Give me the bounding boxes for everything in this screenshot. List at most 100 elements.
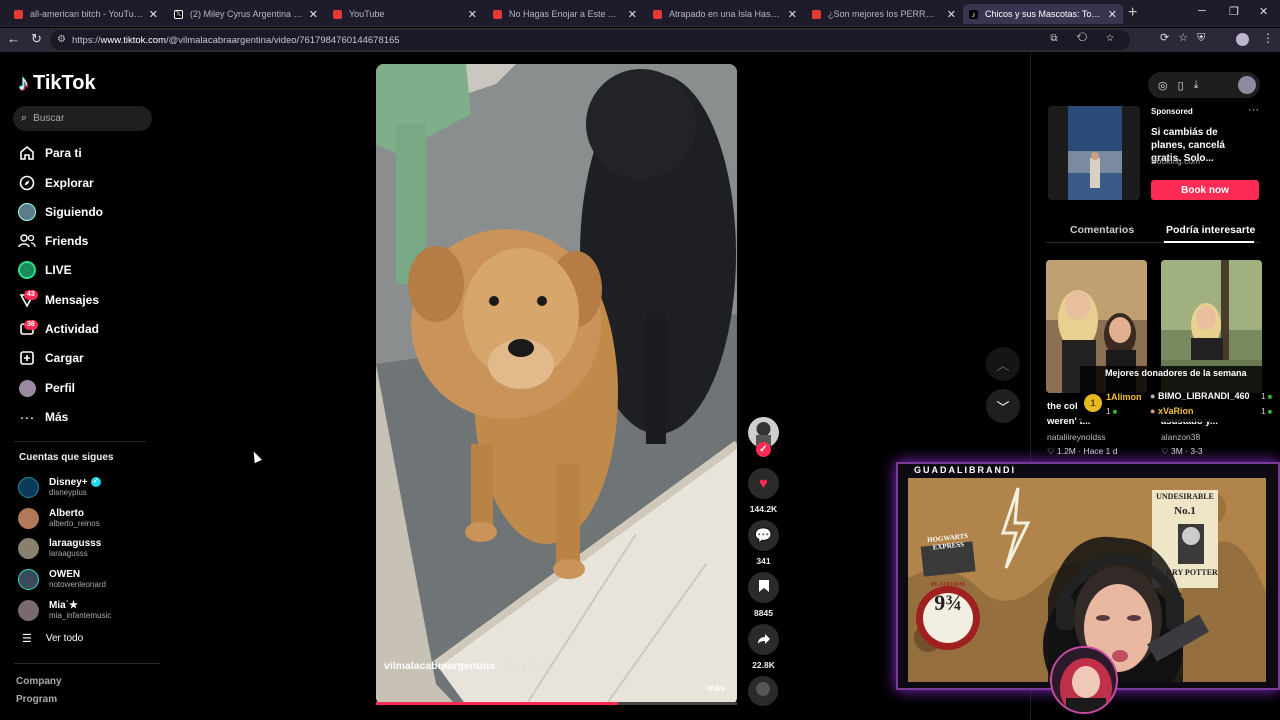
previous-video-button[interactable]: ︿ — [986, 347, 1020, 381]
donor-count: 1 ■ — [1261, 392, 1272, 401]
browser-tab-active[interactable]: ♪ Chicos y sus Mascotas: Tortas Frita ✕ — [963, 4, 1123, 24]
browser-tab[interactable]: Atrapado en una Isla Hasta que C ✕ — [647, 4, 803, 24]
tiktok-favicon-icon: ♪ — [969, 9, 978, 19]
music-disc[interactable] — [748, 676, 778, 706]
follow-plus-icon[interactable]: ✓ — [756, 442, 771, 457]
browser-tab[interactable]: No Hagas Enojar a Este Artista - Y ✕ — [487, 4, 643, 24]
suggested-user[interactable]: nataliireynoldss — [1047, 432, 1106, 442]
comment-button[interactable]: 💬 — [748, 520, 779, 551]
avatar — [18, 599, 39, 621]
restore-icon[interactable]: ❐ — [1229, 5, 1239, 18]
ad-source[interactable]: Booking.com — [1151, 156, 1200, 166]
following-account[interactable]: Alberto alberto_reinos — [18, 505, 100, 531]
youtube-favicon-icon — [333, 9, 342, 19]
undesirable-poster-number: No.1 — [1174, 505, 1196, 517]
tab-comentarios[interactable]: Comentarios — [1070, 224, 1134, 236]
save-button[interactable] — [748, 572, 779, 603]
youtube-favicon-icon — [653, 9, 662, 19]
browser-tab[interactable]: ¿Son mejores los PERROS o GATO ✕ — [806, 4, 962, 24]
nav-mas[interactable]: ··· Más — [18, 406, 69, 428]
search-box[interactable]: ⌕ — [13, 106, 152, 131]
browser-tab[interactable]: all-american bitch - YouTube ✕ — [8, 4, 164, 24]
following-section-title: Cuentas que sigues — [19, 452, 114, 463]
tiktok-logo[interactable]: ♪ TikTok — [18, 70, 96, 96]
upload-icon — [18, 349, 36, 367]
gem-icon: ■ — [1267, 409, 1272, 416]
video-progress-bar[interactable] — [376, 702, 737, 705]
next-video-button[interactable]: ﹀ — [986, 389, 1020, 423]
site-info-icon[interactable]: ⚙ — [57, 34, 66, 45]
browser-tab[interactable]: 𝕏 (2) Miley Cyrus Argentina en X: "D ✕ — [168, 4, 324, 24]
nav-cargar[interactable]: Cargar — [18, 347, 84, 369]
nav-friends[interactable]: Friends — [18, 230, 88, 252]
close-tab-icon[interactable]: ✕ — [947, 8, 956, 21]
gold-medal-icon: 1 — [1084, 394, 1102, 412]
suggested-user[interactable]: alanzon38 — [1161, 432, 1200, 442]
browser-menu-icon[interactable]: ⋮ — [1262, 31, 1274, 45]
following-account[interactable]: OWEN notowenleonard — [18, 566, 106, 592]
close-tab-icon[interactable]: ✕ — [788, 8, 797, 21]
youtube-favicon-icon — [812, 9, 821, 19]
silver-medal-icon: ● — [1150, 391, 1156, 401]
compass-icon[interactable]: ◎ — [1158, 79, 1178, 92]
search-input[interactable] — [33, 113, 134, 124]
close-tab-icon[interactable]: ✕ — [628, 8, 637, 21]
undesirable-poster-name: RRY POTTER — [1166, 568, 1218, 577]
share-count: 22.8K — [752, 660, 775, 670]
nav-explorar[interactable]: Explorar — [18, 172, 94, 194]
nav-para-ti[interactable]: Para ti — [18, 142, 82, 164]
footer-link-company[interactable]: Company — [16, 676, 62, 687]
book-now-button[interactable]: Book now — [1151, 180, 1259, 200]
video-author-line[interactable]: vilmalacabraargentina · Hace 6 d — [384, 660, 542, 672]
back-icon[interactable]: ← — [7, 31, 20, 46]
avatar — [18, 568, 39, 590]
download-icon[interactable]: ⤓ — [1194, 79, 1209, 92]
url-actions-icons[interactable]: ⧉ ⟲ ☆ — [1050, 33, 1122, 44]
see-all-following[interactable]: ☰ Ver todo — [22, 632, 83, 645]
nav-siguiendo[interactable]: Siguiendo — [18, 201, 103, 223]
reload-icon[interactable]: ↻ — [31, 31, 42, 47]
minimize-icon[interactable]: ─ — [1198, 5, 1206, 17]
webcam-title: GUADALIBRANDI — [914, 465, 1016, 475]
footer-link-program[interactable]: Program — [16, 694, 57, 705]
youtube-favicon-icon — [493, 9, 502, 19]
url-field[interactable]: ⚙ https://www.tiktok.com/@vilmalacabraar… — [50, 30, 1130, 50]
home-icon — [18, 144, 36, 162]
friends-icon — [18, 232, 36, 250]
profile-avatar-icon — [18, 379, 36, 397]
suggested-caption[interactable]: the col — [1047, 400, 1078, 414]
user-avatar[interactable] — [1238, 76, 1256, 94]
close-tab-icon[interactable]: ✕ — [1108, 8, 1117, 21]
x-favicon-icon: 𝕏 — [174, 9, 183, 19]
browser-tab[interactable]: YouTube ✕ — [327, 4, 483, 24]
extensions-icons[interactable]: ⟳☆⛨ — [1160, 31, 1214, 45]
close-tab-icon[interactable]: ✕ — [309, 8, 318, 21]
following-account[interactable]: Mia˙★ mia_infantemusic — [18, 597, 111, 623]
more-icon: ··· — [19, 408, 35, 426]
new-tab-icon[interactable]: + — [1128, 4, 1137, 22]
chevron-down-icon: ﹀ — [996, 399, 1010, 415]
chevron-up-icon: ︿ — [996, 357, 1010, 373]
following-account[interactable]: laraagusss laraagusss — [18, 535, 101, 561]
like-button[interactable]: ♥ — [748, 468, 779, 499]
caption-more-link[interactable]: más — [707, 683, 725, 693]
close-tab-icon[interactable]: ✕ — [468, 8, 477, 21]
following-account[interactable]: Disney+ ✓ disneyplus — [18, 474, 101, 500]
ad-image[interactable] — [1048, 106, 1140, 200]
close-window-icon[interactable]: ✕ — [1259, 5, 1268, 18]
nav-perfil[interactable]: Perfil — [18, 377, 75, 399]
donor-count: 1 ■ — [1261, 407, 1272, 416]
tiktok-note-icon: ♪ — [18, 70, 29, 95]
avatar — [18, 476, 39, 498]
close-tab-icon[interactable]: ✕ — [149, 8, 158, 21]
browser-profile-avatar[interactable] — [1236, 33, 1249, 46]
phone-icon[interactable]: ▯ — [1178, 79, 1194, 92]
ad-options-icon[interactable]: ··· — [1248, 104, 1259, 116]
share-button[interactable] — [748, 624, 779, 655]
sponsored-label: Sponsored — [1151, 107, 1193, 116]
nav-live[interactable]: LIVE — [18, 259, 72, 281]
like-count: 144.2K — [749, 504, 778, 514]
tab-podria-interesarte[interactable]: Podría interesarte — [1166, 224, 1255, 236]
heart-icon: ♥ — [759, 475, 768, 492]
video-player[interactable] — [376, 64, 737, 705]
